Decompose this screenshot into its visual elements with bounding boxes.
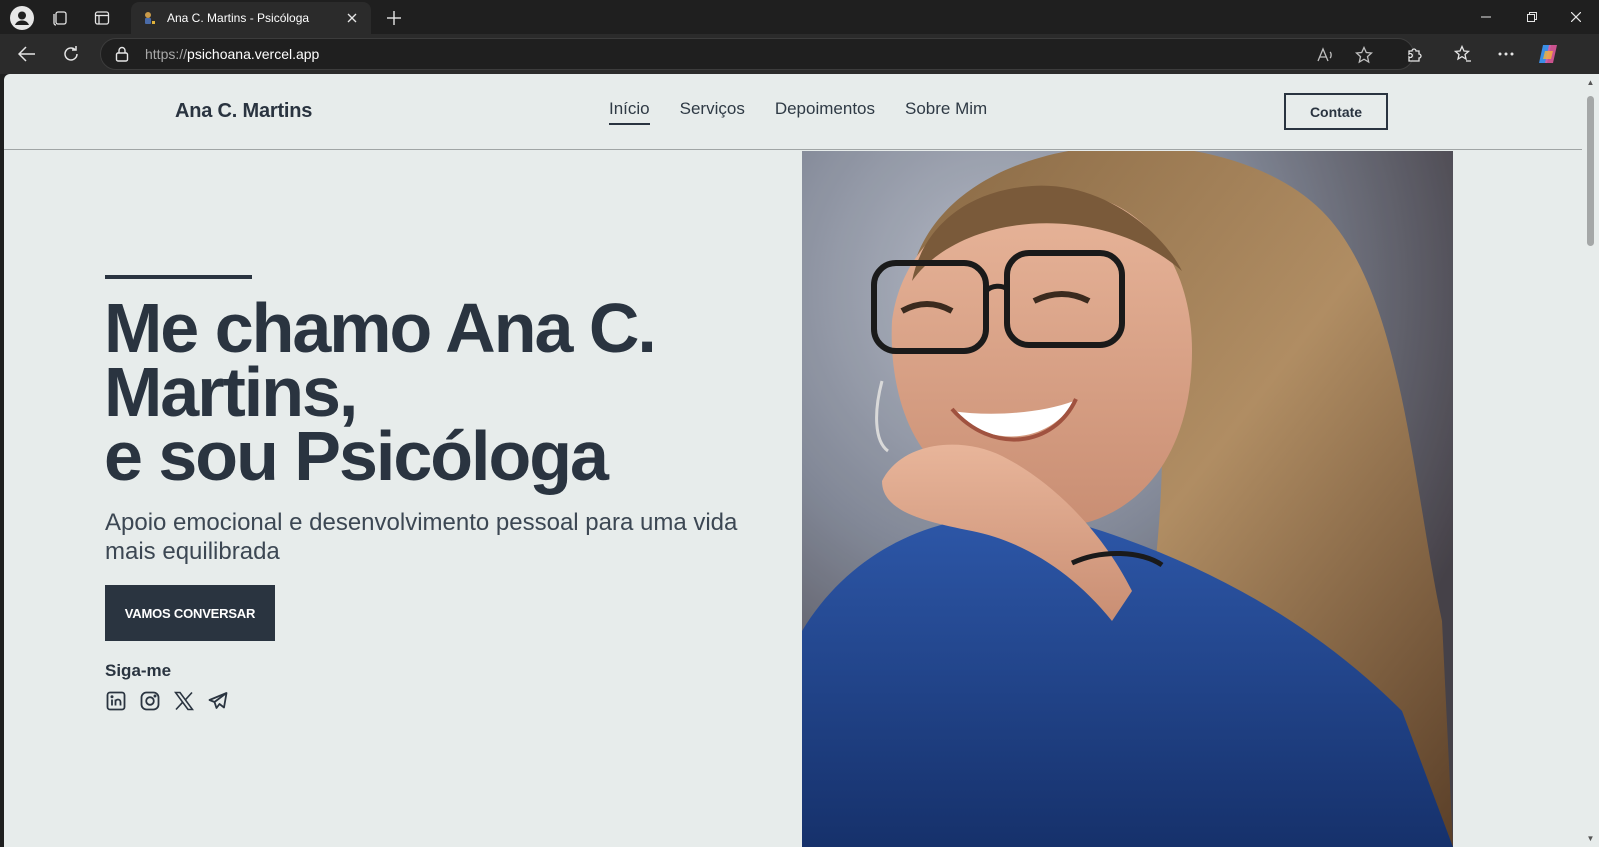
menu-item-depoimentos[interactable]: Depoimentos [775, 99, 875, 125]
x-icon[interactable] [173, 690, 195, 712]
telegram-icon[interactable] [207, 690, 229, 712]
more-options-icon[interactable] [1491, 40, 1521, 68]
hero-title-line-3: e sou Psicóloga [104, 417, 609, 495]
close-tab-icon[interactable] [343, 9, 361, 27]
hero-title-line-1: Me chamo Ana C. [104, 289, 657, 367]
follow-label: Siga-me [105, 661, 172, 680]
web-page: Ana C. Martins Início Serviços Depoiment… [4, 74, 1582, 847]
linkedin-icon[interactable] [105, 690, 127, 712]
menu-item-servicos[interactable]: Serviços [680, 99, 745, 125]
address-bar[interactable]: https://psichoana.vercel.app [100, 38, 1414, 70]
hero-portrait-photo [802, 151, 1453, 847]
hero-subtitle: Apoio emocional e desenvolvimento pessoa… [105, 509, 738, 565]
browser-toolbar: https://psichoana.vercel.app [0, 34, 1599, 74]
hero-accent-line [105, 275, 252, 279]
hero-title-line-2: Martins, [104, 353, 358, 431]
favorite-star-icon[interactable] [1351, 42, 1377, 68]
browser-titlebar: Ana C. Martins - Psicóloga [0, 0, 1599, 34]
site-header: Ana C. Martins Início Serviços Depoiment… [4, 74, 1582, 150]
extensions-icon[interactable] [1400, 40, 1430, 68]
site-logo[interactable]: Ana C. Martins [175, 100, 312, 123]
lets-talk-button[interactable]: VAMOS CONVERSAR [105, 585, 275, 641]
favorites-icon[interactable] [1448, 40, 1478, 68]
profile-icon[interactable] [4, 4, 40, 32]
social-links [105, 690, 229, 712]
new-tab-button[interactable] [380, 4, 408, 32]
scroll-up-arrow-icon[interactable]: ▲ [1586, 78, 1595, 87]
main-menu: Início Serviços Depoimentos Sobre Mim [609, 99, 987, 125]
contact-button[interactable]: Contate [1284, 93, 1388, 130]
instagram-icon[interactable] [139, 690, 161, 712]
workspaces-icon[interactable] [42, 4, 78, 32]
site-favicon-icon [141, 10, 157, 26]
scroll-down-arrow-icon[interactable]: ▼ [1586, 834, 1595, 843]
tab-title: Ana C. Martins - Psicóloga [167, 11, 310, 25]
page-scrollbar[interactable]: ▲ ▼ [1582, 74, 1599, 847]
reload-icon[interactable] [56, 40, 86, 68]
close-window-icon[interactable] [1553, 0, 1599, 34]
tab-actions-icon[interactable] [84, 4, 120, 32]
back-icon[interactable] [12, 40, 42, 68]
minimize-icon[interactable] [1463, 0, 1509, 34]
menu-item-inicio[interactable]: Início [609, 99, 650, 125]
lock-icon[interactable] [115, 45, 133, 63]
url-text: https://psichoana.vercel.app [145, 46, 320, 62]
copilot-icon[interactable] [1533, 40, 1563, 68]
menu-item-sobre-mim[interactable]: Sobre Mim [905, 99, 987, 125]
restore-icon[interactable] [1509, 0, 1555, 34]
read-aloud-icon[interactable] [1313, 42, 1339, 68]
hero-title: Me chamo Ana C. Martins, e sou Psicóloga [104, 289, 794, 495]
browser-tab[interactable]: Ana C. Martins - Psicóloga [131, 2, 371, 34]
scrollbar-thumb[interactable] [1587, 96, 1594, 246]
